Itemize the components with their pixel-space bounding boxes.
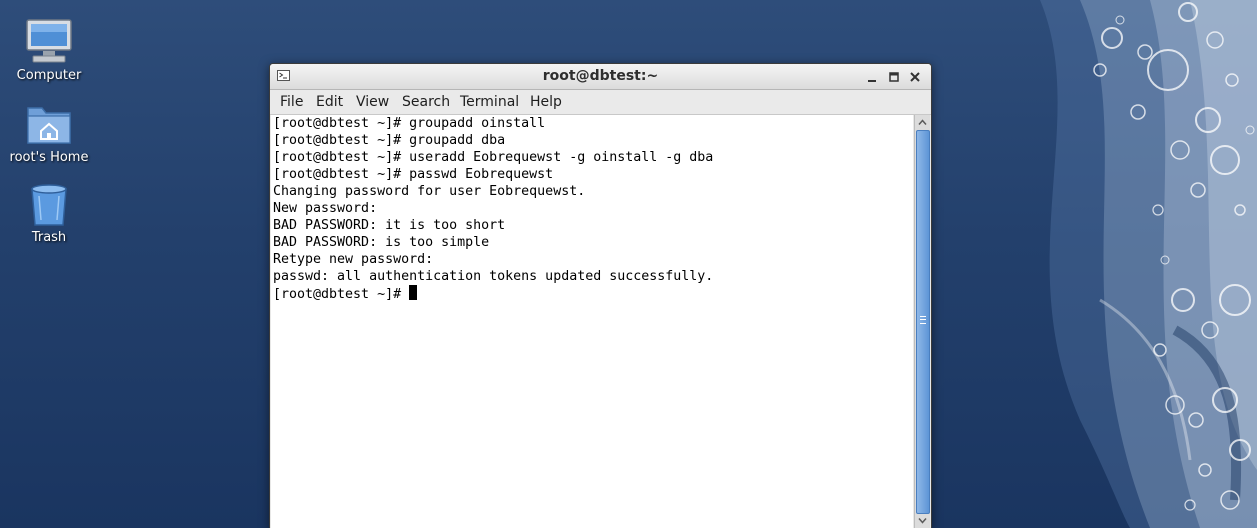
desktop-icon-computer[interactable]: Computer [1,18,97,84]
computer-icon [26,19,72,63]
terminal-prompt: [root@dbtest ~]# [273,287,410,302]
terminal-prompt-line[interactable]: [root@dbtest ~]# [273,285,418,302]
terminal-line: [root@dbtest ~]# groupadd dba [273,133,506,148]
window-title: root@dbtest:~ [542,68,659,84]
close-icon[interactable] [907,69,923,85]
terminal-line: [root@dbtest ~]# groupadd oinstall [273,116,546,131]
desktop-icon-trash[interactable]: Trash [1,180,97,246]
terminal-window: root@dbtest:~ File Edit View Search Term… [269,63,932,528]
trash-icon [31,184,67,226]
terminal-output[interactable]: [root@dbtest ~]# groupadd oinstall [root… [271,115,913,528]
scroll-thumb[interactable] [916,130,930,514]
menu-terminal[interactable]: Terminal [455,90,524,114]
menubar: File Edit View Search Terminal Help [270,90,931,115]
terminal-line: New password: [273,201,378,216]
terminal-line: [root@dbtest ~]# passwd Eobrequewst [273,167,554,182]
maximize-icon[interactable] [886,69,902,85]
menu-file[interactable]: File [275,90,308,114]
text-cursor [409,285,418,300]
menu-help[interactable]: Help [525,90,567,114]
menu-view[interactable]: View [351,90,394,114]
window-titlebar[interactable]: root@dbtest:~ [270,64,931,90]
desktop-icon-home-label: root's Home [9,150,89,165]
scroll-up-arrow-icon[interactable] [916,116,929,129]
desktop: Computer root's Home Trash root@dbtest:~ [0,0,1257,528]
terminal-line: BAD PASSWORD: is too simple [273,235,490,250]
scroll-down-arrow-icon[interactable] [916,514,929,527]
terminal-line: Changing password for user Eobrequewst. [273,184,586,199]
home-folder-icon [27,107,71,144]
terminal-line: passwd: all authentication tokens update… [273,269,714,284]
terminal-line: BAD PASSWORD: it is too short [273,218,506,233]
desktop-icon-home[interactable]: root's Home [1,100,97,166]
menu-search[interactable]: Search [397,90,455,114]
vertical-scrollbar[interactable] [914,115,930,528]
desktop-icon-computer-label: Computer [16,68,82,83]
terminal-line: [root@dbtest ~]# useradd Eobrequewst -g … [273,150,714,165]
menu-edit[interactable]: Edit [311,90,348,114]
terminal-line: Retype new password: [273,252,434,267]
scroll-thumb-grip [920,316,926,324]
minimize-icon[interactable] [864,69,880,85]
desktop-icon-trash-label: Trash [31,230,67,245]
